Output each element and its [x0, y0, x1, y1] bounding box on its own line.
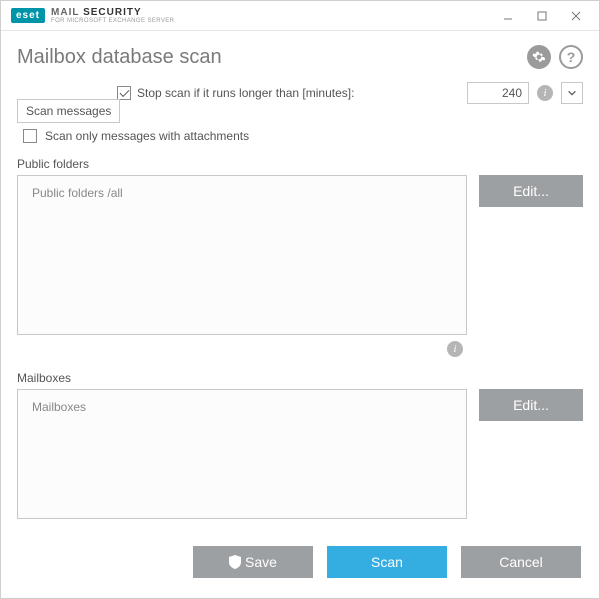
- content-area: Scan messages Stop scan if it runs longe…: [1, 79, 599, 538]
- footer: Save Scan Cancel: [1, 538, 599, 598]
- page-title: Mailbox database scan: [17, 46, 222, 69]
- stop-scan-minutes-input[interactable]: [467, 82, 529, 104]
- titlebar: eset MAIL SECURITY FOR MICROSOFT EXCHANG…: [1, 1, 599, 31]
- cancel-button[interactable]: Cancel: [461, 546, 581, 578]
- question-icon: ?: [567, 49, 576, 65]
- save-button[interactable]: Save: [193, 546, 313, 578]
- help-button[interactable]: ?: [559, 45, 583, 69]
- public-folders-edit-button[interactable]: Edit...: [479, 175, 583, 207]
- attachments-only-label: Scan only messages with attachments: [45, 129, 249, 143]
- scan-button[interactable]: Scan: [327, 546, 447, 578]
- stop-scan-label: Stop scan if it runs longer than [minute…: [137, 86, 354, 100]
- brand-badge: eset: [11, 8, 45, 23]
- expand-dropdown[interactable]: [561, 82, 583, 104]
- list-item: Public folders /all: [32, 186, 452, 200]
- app-window: eset MAIL SECURITY FOR MICROSOFT EXCHANG…: [0, 0, 600, 599]
- attachments-only-checkbox[interactable]: [23, 129, 37, 143]
- gear-icon: [532, 50, 546, 64]
- mailboxes-listbox[interactable]: Mailboxes: [17, 389, 467, 519]
- product-name: MAIL SECURITY FOR MICROSOFT EXCHANGE SER…: [51, 8, 174, 24]
- brand-logo: eset MAIL SECURITY FOR MICROSOFT EXCHANG…: [11, 8, 174, 24]
- settings-button[interactable]: [527, 45, 551, 69]
- public-folders-label: Public folders: [17, 157, 583, 171]
- chevron-down-icon: [567, 88, 577, 98]
- info-icon[interactable]: i: [537, 85, 553, 101]
- scan-messages-tab[interactable]: Scan messages: [17, 99, 120, 123]
- stop-scan-checkbox[interactable]: [117, 86, 131, 100]
- mailboxes-label: Mailboxes: [17, 371, 583, 385]
- info-icon[interactable]: i: [447, 341, 463, 357]
- list-item: Mailboxes: [32, 400, 452, 414]
- shield-icon: [229, 555, 241, 569]
- minimize-button[interactable]: [491, 4, 525, 28]
- mailboxes-edit-button[interactable]: Edit...: [479, 389, 583, 421]
- page-header: Mailbox database scan ?: [1, 31, 599, 79]
- maximize-button[interactable]: [525, 4, 559, 28]
- public-folders-listbox[interactable]: Public folders /all: [17, 175, 467, 335]
- close-button[interactable]: [559, 4, 593, 28]
